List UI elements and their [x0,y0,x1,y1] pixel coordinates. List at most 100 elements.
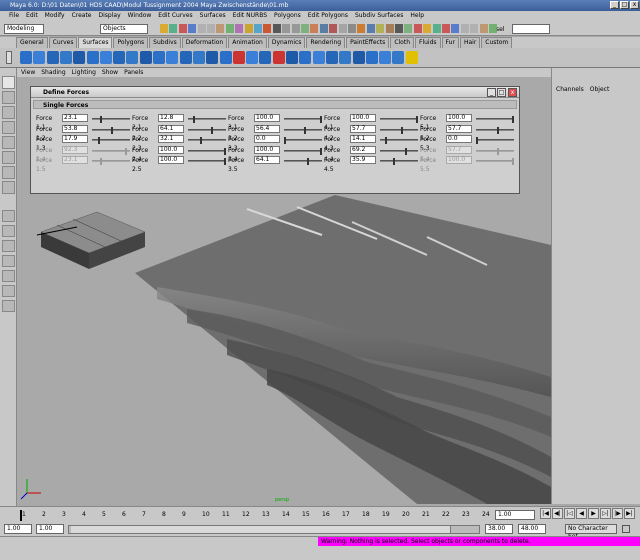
go-to-start-icon[interactable]: |◀ [540,508,551,519]
status-tool-icon[interactable] [395,24,403,33]
status-tool-icon[interactable] [489,24,497,33]
shelf-tool-icon[interactable] [405,51,418,64]
shelf-tab-polygons[interactable]: Polygons [113,37,149,48]
dialog-minimize-icon[interactable]: _ [487,88,496,97]
force-value-field[interactable]: 23.1 [62,114,88,122]
status-tool-icon[interactable] [272,24,281,33]
shelf-tool-icon[interactable] [246,51,259,64]
go-to-end-icon[interactable]: ▶| [624,508,635,519]
shelf-tool-icon[interactable] [46,51,59,64]
force-value-field[interactable]: 17.9 [62,135,88,143]
force-value-field[interactable]: 100.0 [158,156,184,164]
paint-select-tool-icon[interactable] [2,106,15,119]
force-slider[interactable] [188,116,226,123]
force-value-field[interactable]: 100.0 [446,114,472,122]
range-end-field[interactable]: 48.00 [518,524,546,534]
shelf-tool-icon[interactable] [259,51,272,64]
move-tool-icon[interactable] [2,121,15,134]
status-tool-icon[interactable] [216,24,225,33]
force-slider-thumb[interactable] [199,137,202,144]
step-forward-icon[interactable]: |▶ [612,508,623,519]
play-forward-icon[interactable]: ▶ [588,508,599,519]
play-backward-icon[interactable]: ◀ [576,508,587,519]
force-slider-thumb[interactable] [512,116,514,123]
shelf-tool-icon[interactable] [352,51,365,64]
force-slider-thumb[interactable] [307,158,310,165]
status-tool-icon[interactable] [225,24,234,33]
viewport-menu-view[interactable]: View [21,68,35,77]
force-slider[interactable] [188,126,226,134]
select-tool-icon[interactable] [2,76,15,89]
force-slider-thumb[interactable] [98,137,101,144]
auto-key-icon[interactable] [622,525,630,533]
force-slider-thumb[interactable] [476,137,478,144]
shelf-tab-surfaces[interactable]: Surfaces [78,37,113,48]
status-tool-icon[interactable] [357,24,366,33]
force-slider-thumb[interactable] [224,147,226,155]
force-slider[interactable] [380,116,418,123]
dialog-maximize-icon[interactable]: □ [497,88,506,97]
status-tool-icon[interactable] [442,24,450,33]
status-tool-icon[interactable] [385,24,394,33]
current-frame-field[interactable]: 1.00 [495,510,535,520]
shelf-tool-icon[interactable] [286,51,298,64]
viewport-menu-show[interactable]: Show [102,68,118,77]
step-back-icon[interactable]: ◀| [552,508,563,519]
status-tool-icon[interactable] [413,24,422,33]
shelf-tool-icon[interactable] [139,51,152,64]
force-slider[interactable] [476,126,514,134]
force-slider[interactable] [188,137,226,144]
menu-modify[interactable]: Modify [45,11,65,21]
status-tool-icon[interactable] [197,24,206,33]
status-tool-icon[interactable] [432,24,441,33]
status-tool-icon[interactable] [188,24,197,33]
status-tool-icon[interactable] [291,24,300,33]
status-tool-icon[interactable] [319,24,328,33]
menu-edit-nurbs[interactable]: Edit NURBS [233,11,267,21]
shelf-tool-icon[interactable] [379,51,392,64]
force-value-field[interactable]: 0.0 [254,135,280,143]
range-handle[interactable] [71,526,451,533]
force-slider-thumb[interactable] [320,147,322,155]
shelf-tool-icon[interactable] [179,51,192,64]
tab-channels[interactable]: Channels [556,86,584,93]
last-tool-icon[interactable] [2,181,15,194]
force-value-field[interactable]: 0.0 [446,135,472,143]
character-set-dropdown[interactable]: No Character Set [565,524,617,540]
shelf-tool-icon[interactable] [299,51,312,64]
minimize-icon[interactable]: _ [610,1,619,9]
force-slider-thumb[interactable] [416,116,418,123]
shelf-tool-icon[interactable] [59,51,72,64]
shelf-tool-icon[interactable] [392,51,405,64]
force-value-field[interactable]: 12.8 [158,114,184,122]
force-slider-thumb[interactable] [392,158,395,165]
force-slider[interactable] [188,147,226,155]
force-slider[interactable] [380,147,418,155]
force-value-field[interactable]: 57.7 [446,124,472,133]
status-tool-icon[interactable] [263,24,272,33]
force-slider[interactable] [476,116,514,123]
shelf-tool-icon[interactable] [206,51,219,64]
force-slider-thumb[interactable] [320,116,322,123]
status-tool-icon[interactable] [301,24,309,33]
shelf-tool-icon[interactable] [365,51,378,64]
tab-object[interactable]: Object [590,86,610,93]
shelf-tool-icon[interactable] [33,51,46,64]
force-value-field[interactable]: 69.2 [350,145,376,154]
menu-subdiv-surfaces[interactable]: Subdiv Surfaces [355,11,403,21]
force-slider[interactable] [284,158,322,165]
shelf-tab-hair[interactable]: Hair [459,37,481,48]
viewport-menu-panels[interactable]: Panels [124,68,143,77]
shelf-tab-curves[interactable]: Curves [48,37,78,48]
shelf-tool-icon[interactable] [312,51,325,64]
menu-edit[interactable]: Edit [26,11,38,21]
force-slider[interactable] [188,158,226,165]
shelf-tool-icon[interactable] [232,51,245,64]
force-value-field[interactable]: 100.0 [254,145,280,154]
shelf-tool-icon[interactable] [339,51,352,64]
force-slider[interactable] [380,137,418,144]
menu-surfaces[interactable]: Surfaces [200,11,226,21]
shelf-tab-custom[interactable]: Custom [481,37,513,48]
menu-edit-curves[interactable]: Edit Curves [158,11,192,21]
force-slider[interactable] [476,137,514,144]
